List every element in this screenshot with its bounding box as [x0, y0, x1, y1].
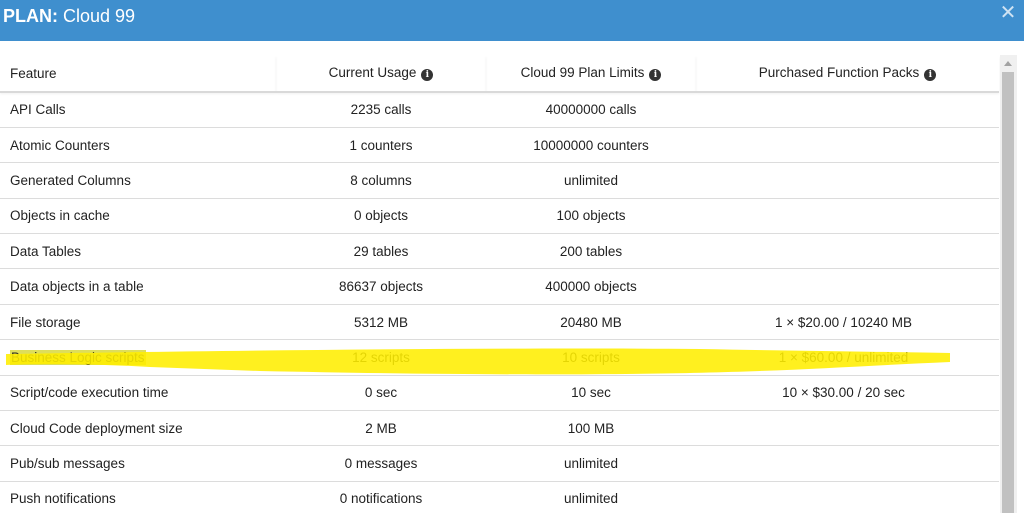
header-packs-label: Purchased Function Packs: [758, 65, 920, 80]
table-row: Script/code execution time 0 sec 10 sec …: [0, 375, 999, 412]
feature-cell: File storage: [0, 304, 276, 341]
limit-cell: unlimited: [486, 162, 696, 199]
limit-cell: 400000 objects: [486, 268, 696, 305]
header-feature: Feature: [0, 55, 276, 93]
limit-cell: 200 tables: [486, 233, 696, 270]
close-icon[interactable]: ✕: [999, 3, 1017, 25]
vertical-scrollbar[interactable]: [1000, 55, 1017, 513]
packs-info-icon[interactable]: i: [924, 69, 937, 81]
limit-cell: 40000000 calls: [486, 92, 696, 128]
table-header-row: Feature Current Usage i Cloud 99 Plan Lim…: [0, 55, 999, 93]
table-row: File storage 5312 MB 20480 MB 1 × $20.00…: [0, 304, 999, 341]
table-row: Cloud Code deployment size 2 MB 100 MB: [0, 410, 999, 447]
feature-cell: Atomic Counters: [0, 127, 276, 164]
table-row: Atomic Counters 1 counters 10000000 coun…: [0, 127, 999, 164]
usage-cell: 29 tables: [276, 233, 486, 270]
packs-cell: [696, 268, 999, 305]
usage-cell: 0 objects: [276, 198, 486, 235]
dialog-header: PLAN: Cloud 99 ✕: [0, 0, 1024, 41]
header-plan-limits: Cloud 99 Plan Limits i: [486, 55, 696, 93]
table-row-highlighted: Business Logic scripts 12 scripts 10 scr…: [0, 339, 999, 376]
feature-cell: API Calls: [0, 92, 276, 128]
packs-cell: 1 × $20.00 / 10240 MB: [696, 304, 999, 341]
usage-cell: 12 scripts: [276, 339, 486, 376]
feature-cell: Business Logic scripts: [0, 339, 276, 376]
feature-cell: Data Tables: [0, 233, 276, 270]
table-row: API Calls 2235 calls 40000000 calls: [0, 92, 999, 128]
scrollbar-thumb[interactable]: [1002, 72, 1014, 513]
table-row: Data objects in a table 86637 objects 40…: [0, 268, 999, 305]
packs-cell: [696, 92, 999, 128]
limit-cell: 10 sec: [486, 375, 696, 412]
limit-cell: unlimited: [486, 481, 696, 513]
usage-cell: 2235 calls: [276, 92, 486, 128]
header-function-packs: Purchased Function Packs i: [696, 55, 999, 93]
table-row: Generated Columns 8 columns unlimited: [0, 162, 999, 199]
table-row: Pub/sub messages 0 messages unlimited: [0, 445, 999, 482]
usage-cell: 0 messages: [276, 445, 486, 482]
packs-cell: 10 × $30.00 / 20 sec: [696, 375, 999, 412]
limits-info-icon[interactable]: i: [649, 69, 662, 81]
packs-cell: [696, 410, 999, 447]
header-usage-label: Current Usage: [328, 65, 417, 80]
limit-cell: 10 scripts: [486, 339, 696, 376]
limit-cell: unlimited: [486, 445, 696, 482]
feature-cell: Objects in cache: [0, 198, 276, 235]
table-row: Data Tables 29 tables 200 tables: [0, 233, 999, 270]
packs-cell: [696, 481, 999, 513]
header-feature-label: Feature: [10, 65, 57, 81]
header-limits-label: Cloud 99 Plan Limits: [520, 65, 645, 80]
usage-cell: 0 sec: [276, 375, 486, 412]
title-prefix: PLAN:: [3, 6, 58, 26]
feature-cell: Generated Columns: [0, 162, 276, 199]
plan-table-container: Feature Current Usage i Cloud 99 Plan Lim…: [0, 55, 1000, 513]
limit-cell: 10000000 counters: [486, 127, 696, 164]
scroll-up-arrow-icon[interactable]: [1000, 55, 1017, 72]
highlighted-feature-label: Business Logic scripts: [10, 349, 146, 365]
packs-cell: [696, 233, 999, 270]
feature-cell: Pub/sub messages: [0, 445, 276, 482]
limit-cell: 100 objects: [486, 198, 696, 235]
usage-cell: 5312 MB: [276, 304, 486, 341]
packs-cell: [696, 162, 999, 199]
packs-cell: 1 × $60.00 / unlimited: [696, 339, 999, 376]
usage-cell: 86637 objects: [276, 268, 486, 305]
packs-cell: [696, 127, 999, 164]
usage-cell: 1 counters: [276, 127, 486, 164]
limit-cell: 20480 MB: [486, 304, 696, 341]
title-plan-name: Cloud 99: [58, 6, 136, 26]
limit-cell: 100 MB: [486, 410, 696, 447]
plan-dialog: PLAN: Cloud 99 ✕ Feature Current Usage i …: [0, 0, 1024, 513]
feature-cell: Push notifications: [0, 481, 276, 513]
usage-cell: 8 columns: [276, 162, 486, 199]
dialog-title: PLAN: Cloud 99: [3, 5, 135, 27]
packs-cell: [696, 445, 999, 482]
feature-cell: Script/code execution time: [0, 375, 276, 412]
packs-cell: [696, 198, 999, 235]
usage-cell: 2 MB: [276, 410, 486, 447]
plan-limits-table: Feature Current Usage i Cloud 99 Plan Lim…: [0, 55, 999, 513]
table-row: Push notifications 0 notifications unlim…: [0, 481, 999, 513]
feature-cell: Data objects in a table: [0, 268, 276, 305]
usage-cell: 0 notifications: [276, 481, 486, 513]
usage-info-icon[interactable]: i: [421, 69, 434, 81]
header-current-usage: Current Usage i: [276, 55, 486, 93]
feature-cell: Cloud Code deployment size: [0, 410, 276, 447]
table-row: Objects in cache 0 objects 100 objects: [0, 198, 999, 235]
